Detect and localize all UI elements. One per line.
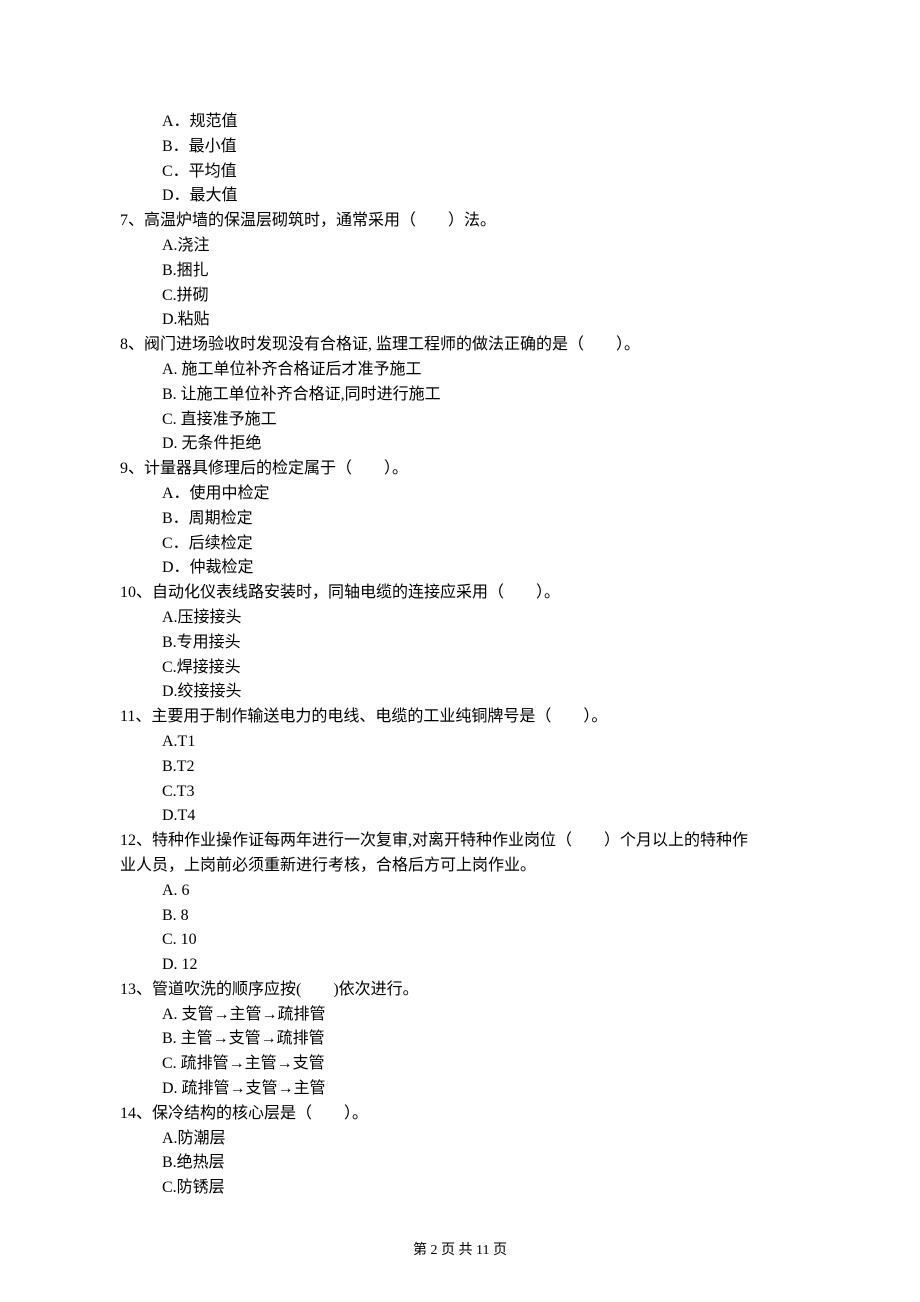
question-11-opt-d: D.T4 bbox=[120, 804, 800, 829]
page-container: A．规范值 B．最小值 C．平均值 D．最大值 7、高温炉墙的保温层砌筑时，通常… bbox=[0, 0, 920, 1302]
question-8-opt-d: D. 无条件拒绝 bbox=[120, 432, 800, 457]
question-13-opt-c: C. 疏排管→主管→支管 bbox=[120, 1052, 800, 1077]
question-8-opt-b: B. 让施工单位补齐合格证,同时进行施工 bbox=[120, 383, 800, 408]
question-11-opt-c: C.T3 bbox=[120, 780, 800, 805]
question-7-stem: 7、高温炉墙的保温层砌筑时，通常采用（ ）法。 bbox=[120, 209, 800, 234]
question-12-stem-line1: 12、特种作业操作证每两年进行一次复审,对离开特种作业岗位（ ）个月以上的特种作 bbox=[120, 829, 800, 854]
question-10-stem: 10、自动化仪表线路安装时，同轴电缆的连接应采用（ ）。 bbox=[120, 581, 800, 606]
question-9-opt-a: A．使用中检定 bbox=[120, 482, 800, 507]
question-7-opt-c: C.拼砌 bbox=[120, 284, 800, 309]
question-8-opt-a: A. 施工单位补齐合格证后才准予施工 bbox=[120, 358, 800, 383]
question-13-opt-d: D. 疏排管→支管→主管 bbox=[120, 1077, 800, 1102]
question-11-stem: 11、主要用于制作输送电力的电线、电缆的工业纯铜牌号是（ ）。 bbox=[120, 705, 800, 730]
question-12-stem-line2: 业人员，上岗前必须重新进行考核，合格后方可上岗作业。 bbox=[120, 854, 800, 879]
question-7-opt-d: D.粘贴 bbox=[120, 308, 800, 333]
question-14-opt-c: C.防锈层 bbox=[120, 1176, 800, 1201]
question-7-opt-a: A.浇注 bbox=[120, 234, 800, 259]
question-13-opt-b: B. 主管→支管→疏排管 bbox=[120, 1027, 800, 1052]
question-8-opt-c: C. 直接准予施工 bbox=[120, 408, 800, 433]
option-c: C．平均值 bbox=[120, 160, 800, 185]
question-9-opt-b: B．周期检定 bbox=[120, 507, 800, 532]
page-footer: 第 2 页 共 11 页 bbox=[0, 1240, 920, 1262]
question-9-opt-c: C．后续检定 bbox=[120, 532, 800, 557]
question-9-opt-d: D．仲裁检定 bbox=[120, 556, 800, 581]
question-9-stem: 9、计量器具修理后的检定属于（ ）。 bbox=[120, 457, 800, 482]
question-10-opt-a: A.压接接头 bbox=[120, 606, 800, 631]
question-13-opt-a: A. 支管→主管→疏排管 bbox=[120, 1003, 800, 1028]
question-10-opt-d: D.绞接接头 bbox=[120, 680, 800, 705]
question-12-opt-d: D. 12 bbox=[120, 953, 800, 978]
question-11-opt-b: B.T2 bbox=[120, 755, 800, 780]
question-12-opt-a: A. 6 bbox=[120, 879, 800, 904]
option-d: D．最大值 bbox=[120, 184, 800, 209]
question-14-stem: 14、保冷结构的核心层是（ ）。 bbox=[120, 1102, 800, 1127]
option-b: B．最小值 bbox=[120, 135, 800, 160]
question-14-opt-b: B.绝热层 bbox=[120, 1151, 800, 1176]
question-12-opt-c: C. 10 bbox=[120, 928, 800, 953]
question-14-opt-a: A.防潮层 bbox=[120, 1127, 800, 1152]
question-10-opt-c: C.焊接接头 bbox=[120, 656, 800, 681]
question-7-opt-b: B.捆扎 bbox=[120, 259, 800, 284]
question-8-stem: 8、阀门进场验收时发现没有合格证, 监理工程师的做法正确的是（ ）。 bbox=[120, 333, 800, 358]
question-13-stem: 13、管道吹洗的顺序应按( )依次进行。 bbox=[120, 978, 800, 1003]
question-11-opt-a: A.T1 bbox=[120, 730, 800, 755]
option-a: A．规范值 bbox=[120, 110, 800, 135]
question-12-opt-b: B. 8 bbox=[120, 904, 800, 929]
question-10-opt-b: B.专用接头 bbox=[120, 631, 800, 656]
